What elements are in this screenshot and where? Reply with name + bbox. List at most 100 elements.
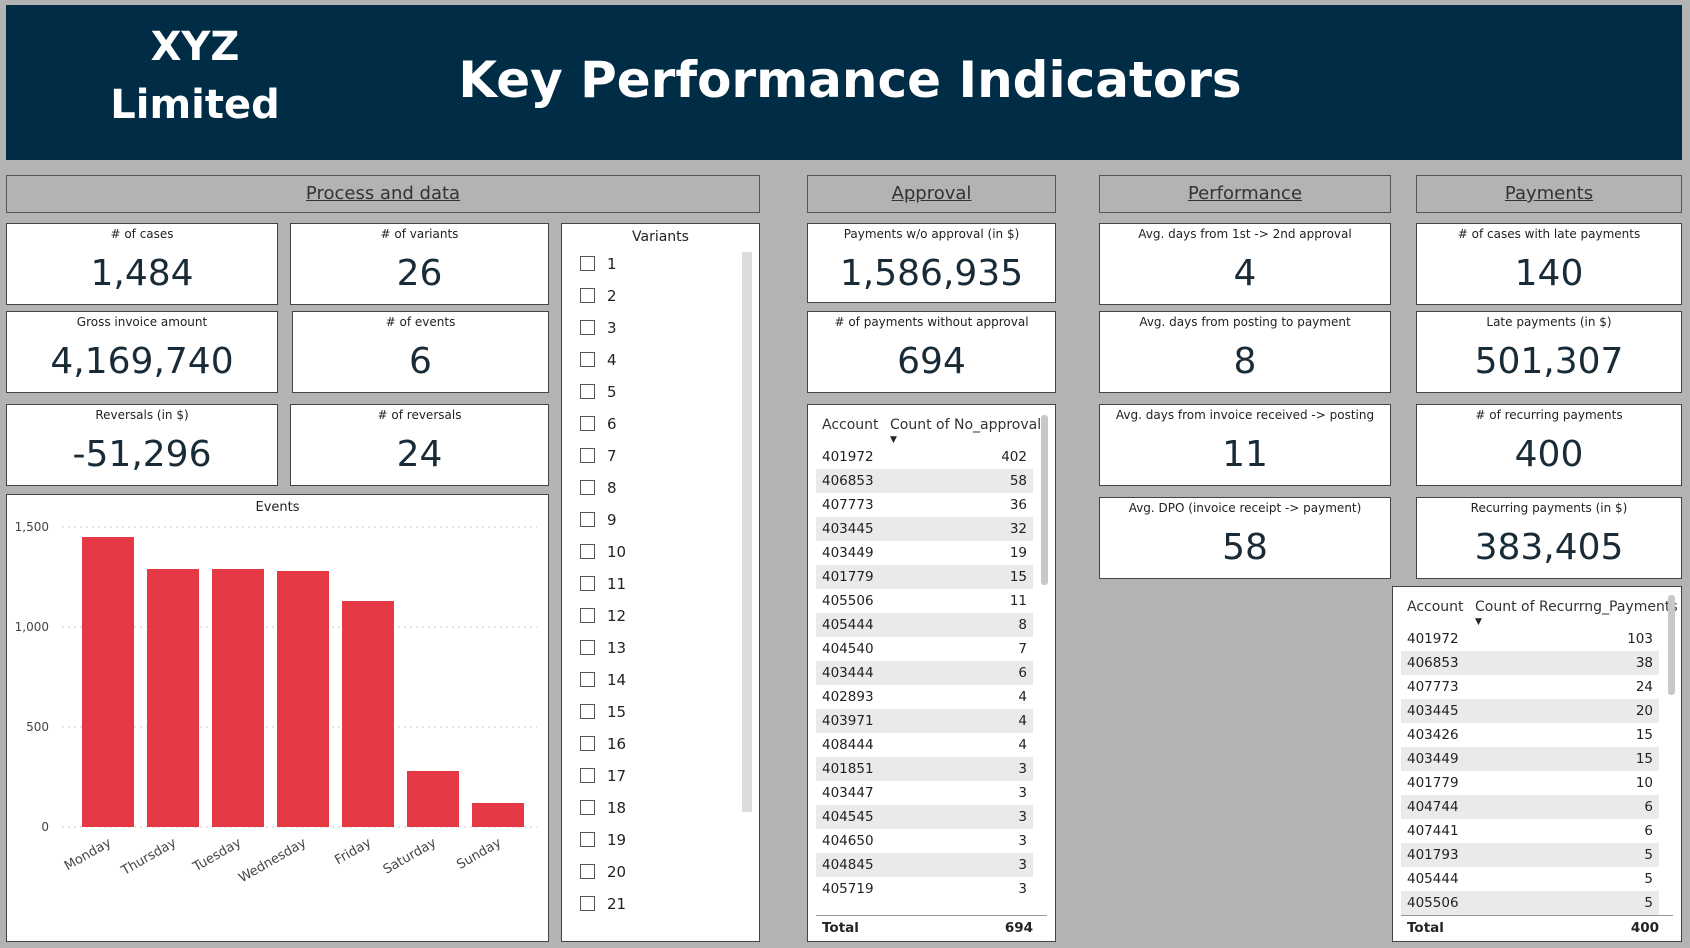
checkbox-icon[interactable] bbox=[580, 704, 595, 719]
variant-checkbox-item[interactable]: 11 bbox=[580, 574, 626, 594]
table-row[interactable]: 401972 103 bbox=[1401, 627, 1659, 651]
table-row[interactable]: 404540 7 bbox=[816, 637, 1033, 661]
bar-sunday[interactable] bbox=[472, 803, 524, 827]
section-performance[interactable]: Performance bbox=[1099, 175, 1391, 213]
checkbox-icon[interactable] bbox=[580, 576, 595, 591]
variant-checkbox-item[interactable]: 19 bbox=[580, 830, 626, 850]
table-row[interactable]: 401779 10 bbox=[1401, 771, 1659, 795]
kpi-value: 1,484 bbox=[90, 253, 194, 294]
variant-checkbox-item[interactable]: 2 bbox=[580, 286, 617, 306]
checkbox-icon[interactable] bbox=[580, 672, 595, 687]
section-approval[interactable]: Approval bbox=[807, 175, 1056, 213]
count-cell: 15 bbox=[1635, 727, 1653, 743]
table-row[interactable]: 406853 58 bbox=[816, 469, 1033, 493]
checkbox-icon[interactable] bbox=[580, 544, 595, 559]
table-row[interactable]: 401972 402 bbox=[816, 445, 1033, 469]
variant-checkbox-item[interactable]: 14 bbox=[580, 670, 626, 690]
table-row[interactable]: 401779 15 bbox=[816, 565, 1033, 589]
checkbox-icon[interactable] bbox=[580, 832, 595, 847]
variant-checkbox-item[interactable]: 3 bbox=[580, 318, 617, 338]
checkbox-icon[interactable] bbox=[580, 736, 595, 751]
table-scrollbar[interactable] bbox=[1668, 595, 1675, 695]
bar-thursday[interactable] bbox=[147, 569, 199, 827]
account-cell: 403449 bbox=[1407, 751, 1459, 767]
table-row[interactable]: 405719 3 bbox=[816, 877, 1033, 901]
variant-checkbox-item[interactable]: 13 bbox=[580, 638, 626, 658]
table-row[interactable]: 405444 8 bbox=[816, 613, 1033, 637]
checkbox-icon[interactable] bbox=[580, 288, 595, 303]
variant-checkbox-item[interactable]: 17 bbox=[580, 766, 626, 786]
table-row[interactable]: 404845 3 bbox=[816, 853, 1033, 877]
table-row[interactable]: 407773 36 bbox=[816, 493, 1033, 517]
section-payments[interactable]: Payments bbox=[1416, 175, 1682, 213]
checkbox-icon[interactable] bbox=[580, 448, 595, 463]
table-row[interactable]: 403445 32 bbox=[816, 517, 1033, 541]
table-row[interactable]: 405444 5 bbox=[1401, 867, 1659, 891]
account-cell: 403971 bbox=[822, 713, 874, 729]
variant-checkbox-item[interactable]: 16 bbox=[580, 734, 626, 754]
table-row[interactable]: 408444 4 bbox=[816, 733, 1033, 757]
table-row[interactable]: 404744 6 bbox=[1401, 795, 1659, 819]
slicer-scrollbar[interactable] bbox=[742, 252, 752, 812]
checkbox-icon[interactable] bbox=[580, 512, 595, 527]
bar-friday[interactable] bbox=[342, 601, 394, 827]
variant-checkbox-item[interactable]: 20 bbox=[580, 862, 626, 882]
checkbox-icon[interactable] bbox=[580, 320, 595, 335]
variant-checkbox-item[interactable]: 5 bbox=[580, 382, 617, 402]
checkbox-icon[interactable] bbox=[580, 384, 595, 399]
table-row[interactable]: 402893 4 bbox=[816, 685, 1033, 709]
checkbox-icon[interactable] bbox=[580, 864, 595, 879]
x-tick-label: Monday bbox=[62, 835, 114, 874]
table-row[interactable]: 403449 19 bbox=[816, 541, 1033, 565]
col-header-count[interactable]: Count of No_approval bbox=[890, 417, 1041, 433]
table-row[interactable]: 407773 24 bbox=[1401, 675, 1659, 699]
bar-monday[interactable] bbox=[82, 537, 134, 827]
kpi-label: Late payments (in $) bbox=[1486, 315, 1612, 329]
checkbox-icon[interactable] bbox=[580, 896, 595, 911]
checkbox-icon[interactable] bbox=[580, 416, 595, 431]
variant-checkbox-item[interactable]: 18 bbox=[580, 798, 626, 818]
bar-saturday[interactable] bbox=[407, 771, 459, 827]
table-row[interactable]: 403444 6 bbox=[816, 661, 1033, 685]
table-row[interactable]: 404650 3 bbox=[816, 829, 1033, 853]
table-row[interactable]: 401851 3 bbox=[816, 757, 1033, 781]
sort-down-icon[interactable]: ▼ bbox=[1475, 617, 1482, 627]
account-cell: 403445 bbox=[822, 521, 874, 537]
checkbox-icon[interactable] bbox=[580, 480, 595, 495]
variant-checkbox-item[interactable]: 12 bbox=[580, 606, 626, 626]
checkbox-icon[interactable] bbox=[580, 640, 595, 655]
variant-checkbox-item[interactable]: 9 bbox=[580, 510, 617, 530]
variant-checkbox-item[interactable]: 4 bbox=[580, 350, 617, 370]
checkbox-icon[interactable] bbox=[580, 352, 595, 367]
bar-wednesday[interactable] bbox=[277, 571, 329, 827]
col-header-count[interactable]: Count of Recurrng_Payments bbox=[1475, 599, 1678, 615]
checkbox-icon[interactable] bbox=[580, 256, 595, 271]
table-row[interactable]: 403447 3 bbox=[816, 781, 1033, 805]
table-row[interactable]: 403971 4 bbox=[816, 709, 1033, 733]
variant-checkbox-item[interactable]: 10 bbox=[580, 542, 626, 562]
col-header-account[interactable]: Account bbox=[822, 417, 879, 433]
checkbox-icon[interactable] bbox=[580, 608, 595, 623]
table-row[interactable]: 404545 3 bbox=[816, 805, 1033, 829]
section-process-and-data[interactable]: Process and data bbox=[6, 175, 760, 213]
table-row[interactable]: 406853 38 bbox=[1401, 651, 1659, 675]
sort-down-icon[interactable]: ▼ bbox=[890, 435, 897, 445]
variant-checkbox-item[interactable]: 21 bbox=[580, 894, 626, 914]
checkbox-icon[interactable] bbox=[580, 768, 595, 783]
table-row[interactable]: 403449 15 bbox=[1401, 747, 1659, 771]
table-row[interactable]: 405506 11 bbox=[816, 589, 1033, 613]
table-row[interactable]: 403426 15 bbox=[1401, 723, 1659, 747]
bar-tuesday[interactable] bbox=[212, 569, 264, 827]
variant-checkbox-item[interactable]: 6 bbox=[580, 414, 617, 434]
table-row[interactable]: 407441 6 bbox=[1401, 819, 1659, 843]
table-row[interactable]: 401793 5 bbox=[1401, 843, 1659, 867]
checkbox-icon[interactable] bbox=[580, 800, 595, 815]
variant-checkbox-item[interactable]: 15 bbox=[580, 702, 626, 722]
table-row[interactable]: 405506 5 bbox=[1401, 891, 1659, 915]
variant-checkbox-item[interactable]: 7 bbox=[580, 446, 617, 466]
col-header-account[interactable]: Account bbox=[1407, 599, 1464, 615]
variant-checkbox-item[interactable]: 8 bbox=[580, 478, 617, 498]
variant-checkbox-item[interactable]: 1 bbox=[580, 254, 617, 274]
table-scrollbar[interactable] bbox=[1041, 415, 1048, 585]
table-row[interactable]: 403445 20 bbox=[1401, 699, 1659, 723]
